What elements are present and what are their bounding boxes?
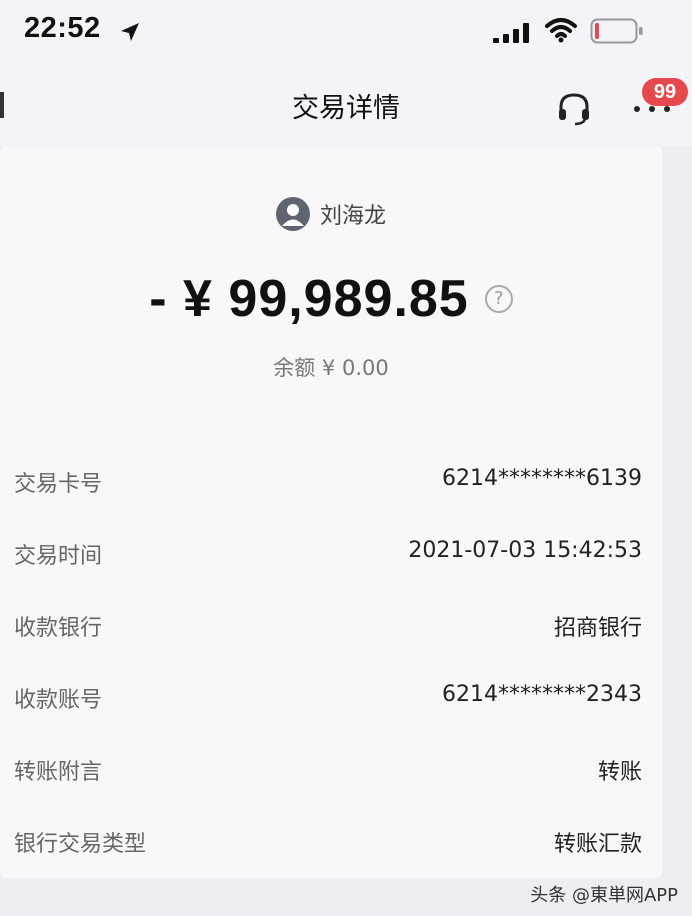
nav-bar: 交易详情 99 bbox=[0, 64, 692, 146]
help-icon[interactable]: ? bbox=[484, 285, 513, 313]
wifi-icon bbox=[545, 18, 577, 43]
detail-list: 交易卡号 6214********6139 交易时间 2021-07-03 15… bbox=[14, 446, 642, 878]
detail-label: 转账附言 bbox=[14, 760, 103, 785]
detail-label: 收款银行 bbox=[14, 616, 103, 641]
status-bar: 22:52 bbox=[0, 0, 692, 64]
signal-icon bbox=[493, 23, 529, 43]
detail-value: 招商银行 bbox=[553, 616, 642, 641]
detail-label: 交易时间 bbox=[14, 544, 103, 569]
watermark: 头条 @東単网APP bbox=[530, 885, 678, 906]
balance: 余额 ¥ 0.00 bbox=[273, 356, 389, 380]
screen: 22:52 交易详情 99 刘海龙 - ¥ 99,989.85 ? 余额 ¥ 0… bbox=[0, 0, 692, 916]
detail-row-time: 交易时间 2021-07-03 15:42:53 bbox=[14, 518, 642, 590]
detail-label: 收款账号 bbox=[14, 688, 103, 713]
detail-row-remark: 转账附言 转账 bbox=[14, 734, 642, 806]
detail-value: 转账汇款 bbox=[553, 832, 642, 857]
detail-row-account: 收款账号 6214********2343 bbox=[14, 662, 642, 734]
detail-row-card-number: 交易卡号 6214********6139 bbox=[14, 446, 642, 518]
detail-value: 2021-07-03 15:42:53 bbox=[408, 538, 642, 563]
battery-icon bbox=[590, 18, 643, 44]
payee-name: 刘海龙 bbox=[319, 204, 386, 229]
detail-label: 交易卡号 bbox=[14, 472, 103, 497]
location-arrow-icon bbox=[121, 23, 139, 41]
detail-row-type: 银行交易类型 转账汇款 bbox=[14, 806, 642, 878]
detail-value: 转账 bbox=[597, 760, 642, 785]
detail-label: 银行交易类型 bbox=[14, 832, 147, 857]
payee: 刘海龙 bbox=[0, 196, 662, 232]
headset-icon[interactable] bbox=[556, 90, 592, 126]
detail-row-bank: 收款银行 招商银行 bbox=[14, 590, 642, 662]
detail-value: 6214********2343 bbox=[442, 682, 642, 707]
transaction-amount: - ¥ 99,989.85 bbox=[149, 270, 469, 328]
status-time: 22:52 bbox=[24, 12, 101, 44]
avatar-icon bbox=[275, 197, 310, 231]
transaction-card: 刘海龙 - ¥ 99,989.85 ? 余额 ¥ 0.00 交易卡号 6214*… bbox=[0, 146, 662, 878]
notification-badge: 99 bbox=[642, 78, 688, 106]
detail-value: 6214********6139 bbox=[442, 466, 642, 491]
amount-row: - ¥ 99,989.85 ? bbox=[0, 264, 662, 334]
